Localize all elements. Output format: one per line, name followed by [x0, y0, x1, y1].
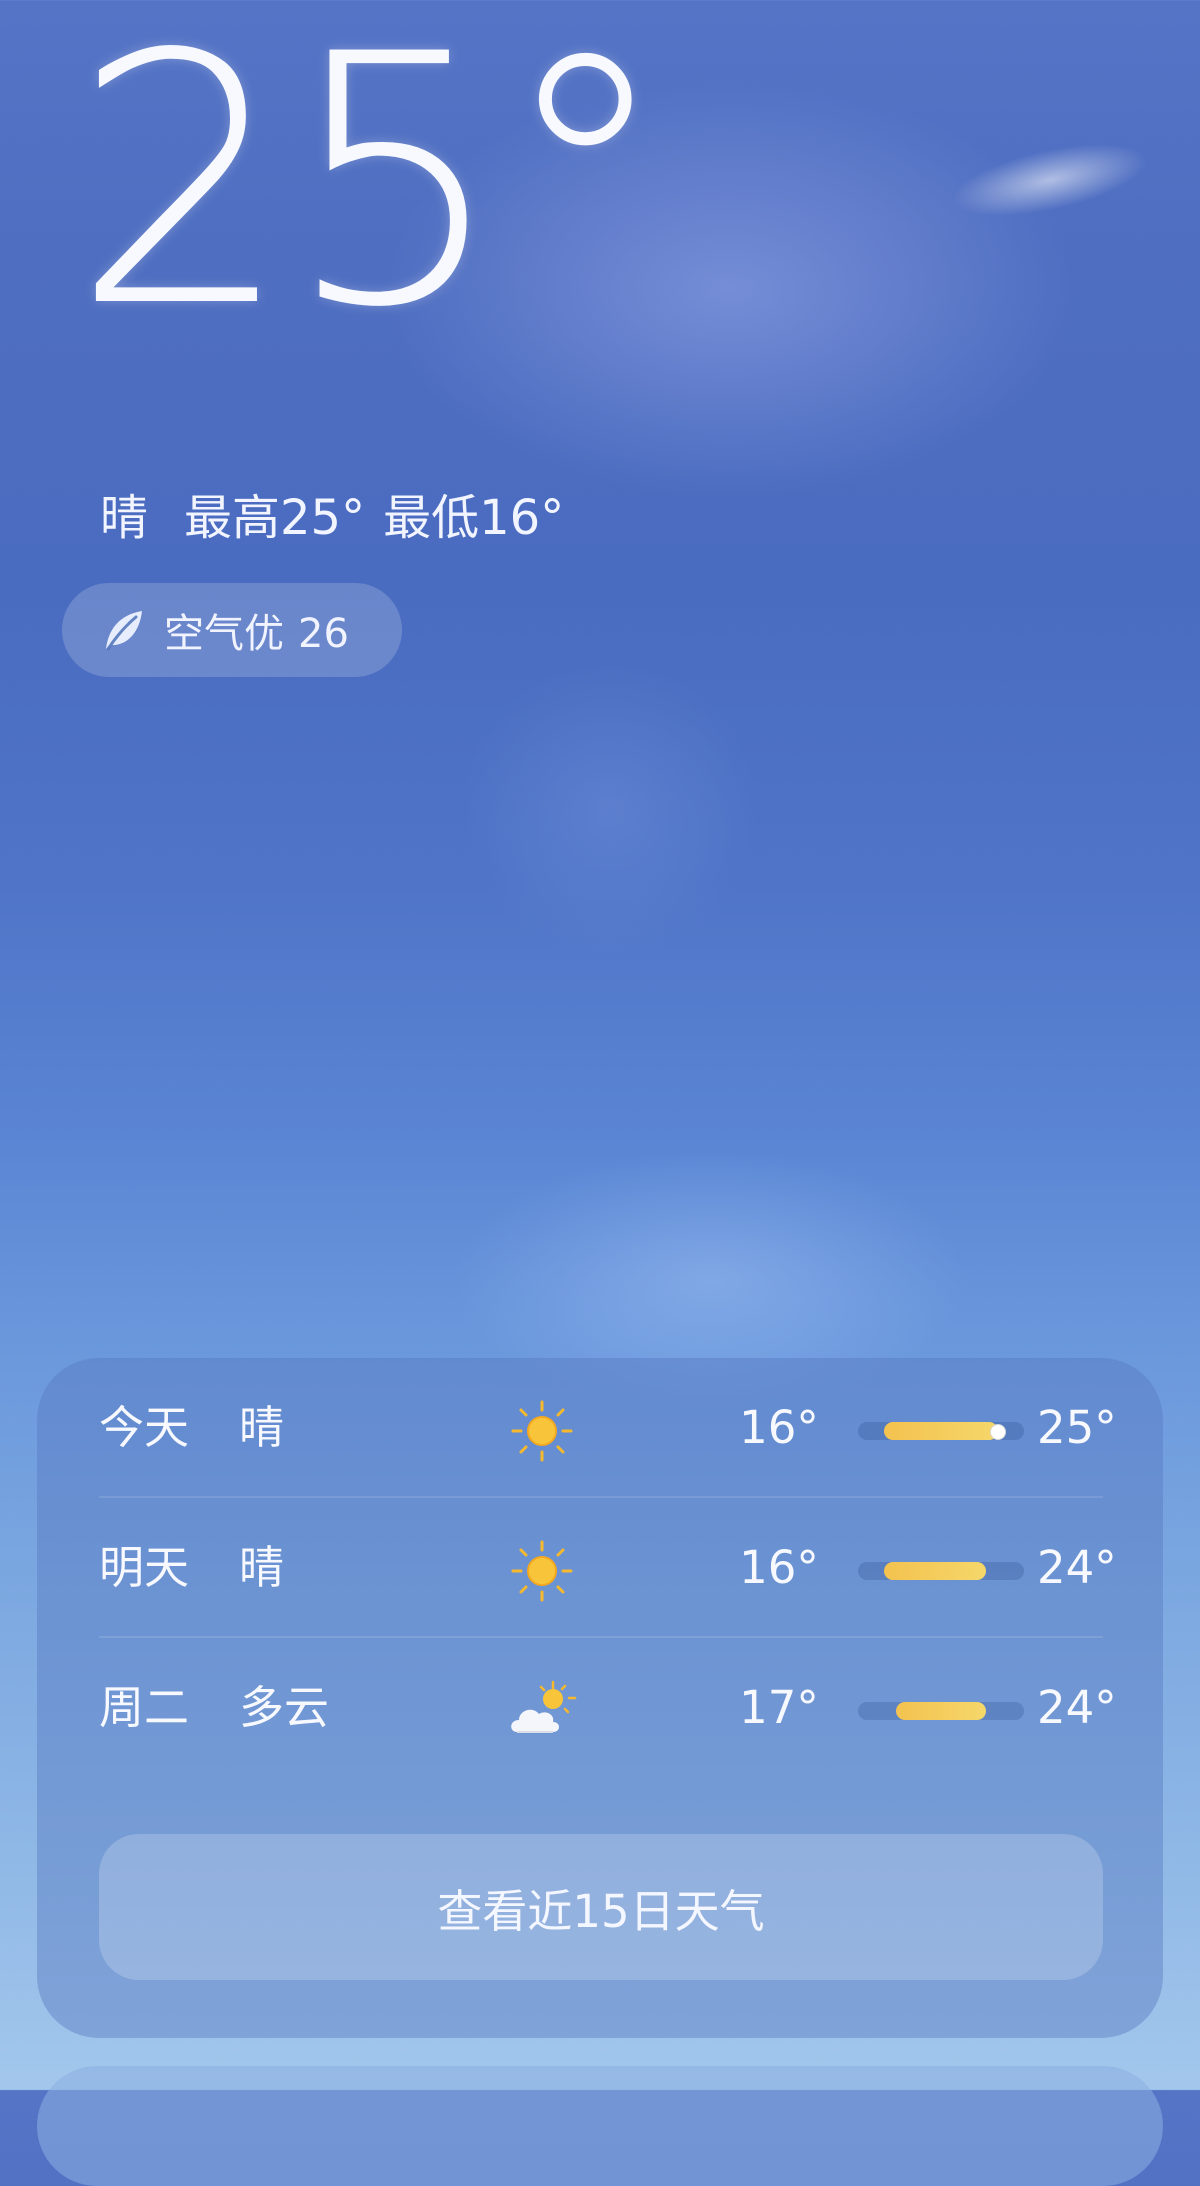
air-quality-pill[interactable]: 空气优 26 — [62, 583, 402, 677]
temperature-range-bar — [858, 1562, 1024, 1580]
forecast-day: 今天 — [99, 1401, 190, 1454]
air-quality-label: 空气优 26 — [164, 611, 349, 657]
current-condition: 晴 — [100, 490, 149, 546]
forecast-row[interactable]: 明天 晴 16° 24° — [99, 1498, 1117, 1638]
forecast-condition: 多云 — [239, 1681, 330, 1734]
partly-cloudy-icon — [511, 1680, 577, 1733]
forecast-condition: 晴 — [239, 1541, 285, 1594]
forecast-high: 25° — [1037, 1401, 1117, 1454]
today-low: 最低16° — [383, 490, 565, 546]
temperature-range-bar — [858, 1422, 1024, 1440]
forecast-low: 16° — [739, 1401, 819, 1454]
sun-icon — [511, 1400, 573, 1462]
forecast-day: 周二 — [99, 1681, 190, 1734]
forecast-row[interactable]: 今天 晴 16° 25° — [99, 1358, 1117, 1498]
temperature-range-bar — [858, 1702, 1024, 1720]
forecast-low: 16° — [739, 1541, 819, 1594]
current-temperature-marker — [990, 1424, 1007, 1440]
temperature-range-fill — [883, 1562, 986, 1580]
sun-icon — [511, 1540, 573, 1602]
leaf-icon — [106, 611, 142, 651]
today-summary: 晴 最高25° 最低16° — [100, 478, 564, 548]
forecast-high: 24° — [1037, 1681, 1117, 1734]
forecast-condition: 晴 — [239, 1401, 285, 1454]
next-card-partial — [37, 2066, 1163, 2186]
current-temperature: 25° — [72, 0, 671, 383]
view-15-day-forecast-button[interactable]: 查看近15日天气 — [99, 1834, 1103, 1980]
temperature-range-fill — [883, 1422, 999, 1440]
forecast-day: 明天 — [99, 1541, 190, 1594]
air-quality-value: 26 — [298, 611, 349, 657]
forecast-card: 今天 晴 16° 25° 明天 晴 16° 24° 周二 多云 17° 24° … — [37, 1358, 1163, 2038]
forecast-low: 17° — [739, 1681, 819, 1734]
temperature-range-fill — [896, 1702, 986, 1720]
forecast-high: 24° — [1037, 1541, 1117, 1594]
forecast-row[interactable]: 周二 多云 17° 24° — [99, 1638, 1117, 1778]
today-high: 最高25° — [184, 490, 366, 546]
sun-halo — [460, 660, 760, 960]
